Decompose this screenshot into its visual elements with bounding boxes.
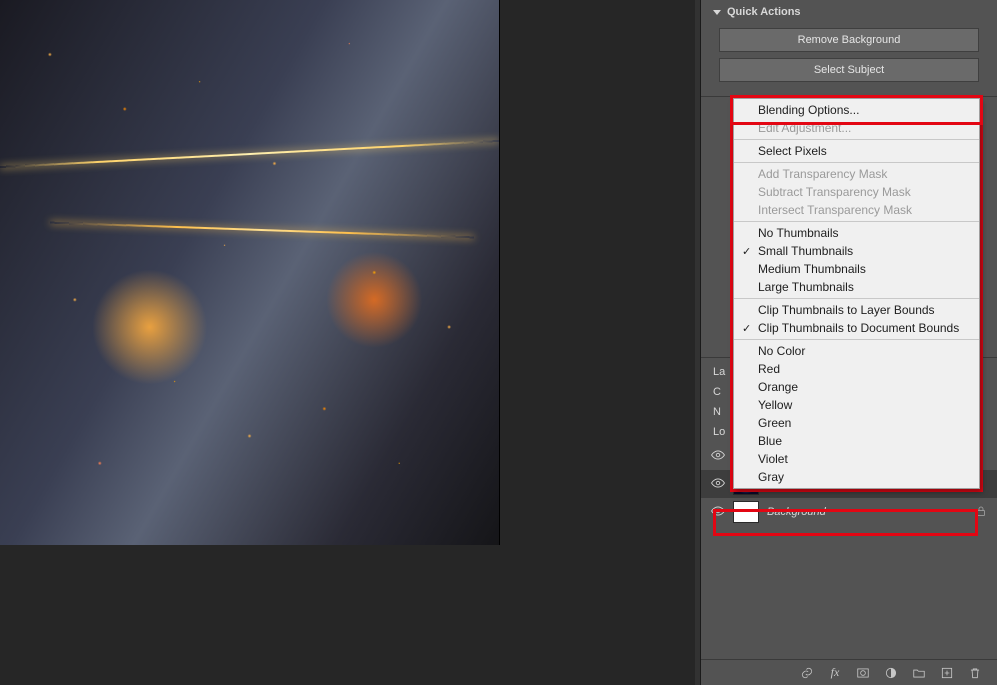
- menu-item-red[interactable]: Red: [734, 360, 979, 378]
- menu-item-yellow[interactable]: Yellow: [734, 396, 979, 414]
- menu-item-add-transparency-mask: Add Transparency Mask: [734, 165, 979, 183]
- group-icon[interactable]: [911, 665, 927, 681]
- layers-tab-clipped[interactable]: La: [713, 366, 723, 378]
- menu-item-no-thumbnails[interactable]: No Thumbnails: [734, 224, 979, 242]
- canvas-area: [0, 0, 695, 685]
- menu-item-gray[interactable]: Gray: [734, 468, 979, 486]
- menu-item-large-thumbnails[interactable]: Large Thumbnails: [734, 278, 979, 296]
- menu-item-blending-options[interactable]: Blending Options...: [734, 101, 979, 119]
- menu-item-small-thumbnails[interactable]: Small Thumbnails: [734, 242, 979, 260]
- remove-background-button[interactable]: Remove Background: [719, 28, 979, 52]
- menu-item-blue[interactable]: Blue: [734, 432, 979, 450]
- select-subject-button[interactable]: Select Subject: [719, 58, 979, 82]
- menu-item-clip-thumbnails-to-document-bounds[interactable]: Clip Thumbnails to Document Bounds: [734, 319, 979, 337]
- collapse-icon[interactable]: [713, 10, 721, 15]
- layer-thumbnail[interactable]: [733, 501, 759, 523]
- menu-item-intersect-transparency-mask: Intersect Transparency Mask: [734, 201, 979, 219]
- visibility-toggle-icon[interactable]: [711, 448, 725, 465]
- new-layer-icon[interactable]: [939, 665, 955, 681]
- menu-item-medium-thumbnails[interactable]: Medium Thumbnails: [734, 260, 979, 278]
- delete-icon[interactable]: [967, 665, 983, 681]
- link-layers-icon[interactable]: [799, 665, 815, 681]
- quick-actions-title: Quick Actions: [727, 6, 801, 18]
- layer-name[interactable]: Background: [767, 506, 826, 518]
- menu-item-violet[interactable]: Violet: [734, 450, 979, 468]
- menu-item-edit-adjustment: Edit Adjustment...: [734, 119, 979, 137]
- menu-item-clip-thumbnails-to-layer-bounds[interactable]: Clip Thumbnails to Layer Bounds: [734, 301, 979, 319]
- layer-row-background[interactable]: Background: [701, 498, 997, 526]
- layers-panel-footer: fx: [701, 659, 997, 685]
- layer-context-menu[interactable]: Blending Options...Edit Adjustment... Sel…: [733, 98, 980, 489]
- fx-icon[interactable]: fx: [827, 665, 843, 681]
- menu-item-subtract-transparency-mask: Subtract Transparency Mask: [734, 183, 979, 201]
- adjustment-layer-icon[interactable]: [883, 665, 899, 681]
- menu-item-orange[interactable]: Orange: [734, 378, 979, 396]
- layer-mask-icon[interactable]: [855, 665, 871, 681]
- quick-actions-panel: Quick Actions Remove Background Select S…: [701, 0, 997, 97]
- menu-item-select-pixels[interactable]: Select Pixels: [734, 142, 979, 160]
- menu-item-no-color[interactable]: No Color: [734, 342, 979, 360]
- menu-item-green[interactable]: Green: [734, 414, 979, 432]
- lock-icon: [975, 505, 987, 520]
- visibility-toggle-icon[interactable]: [711, 476, 725, 493]
- document-canvas[interactable]: [0, 0, 500, 545]
- visibility-toggle-icon[interactable]: [711, 504, 725, 521]
